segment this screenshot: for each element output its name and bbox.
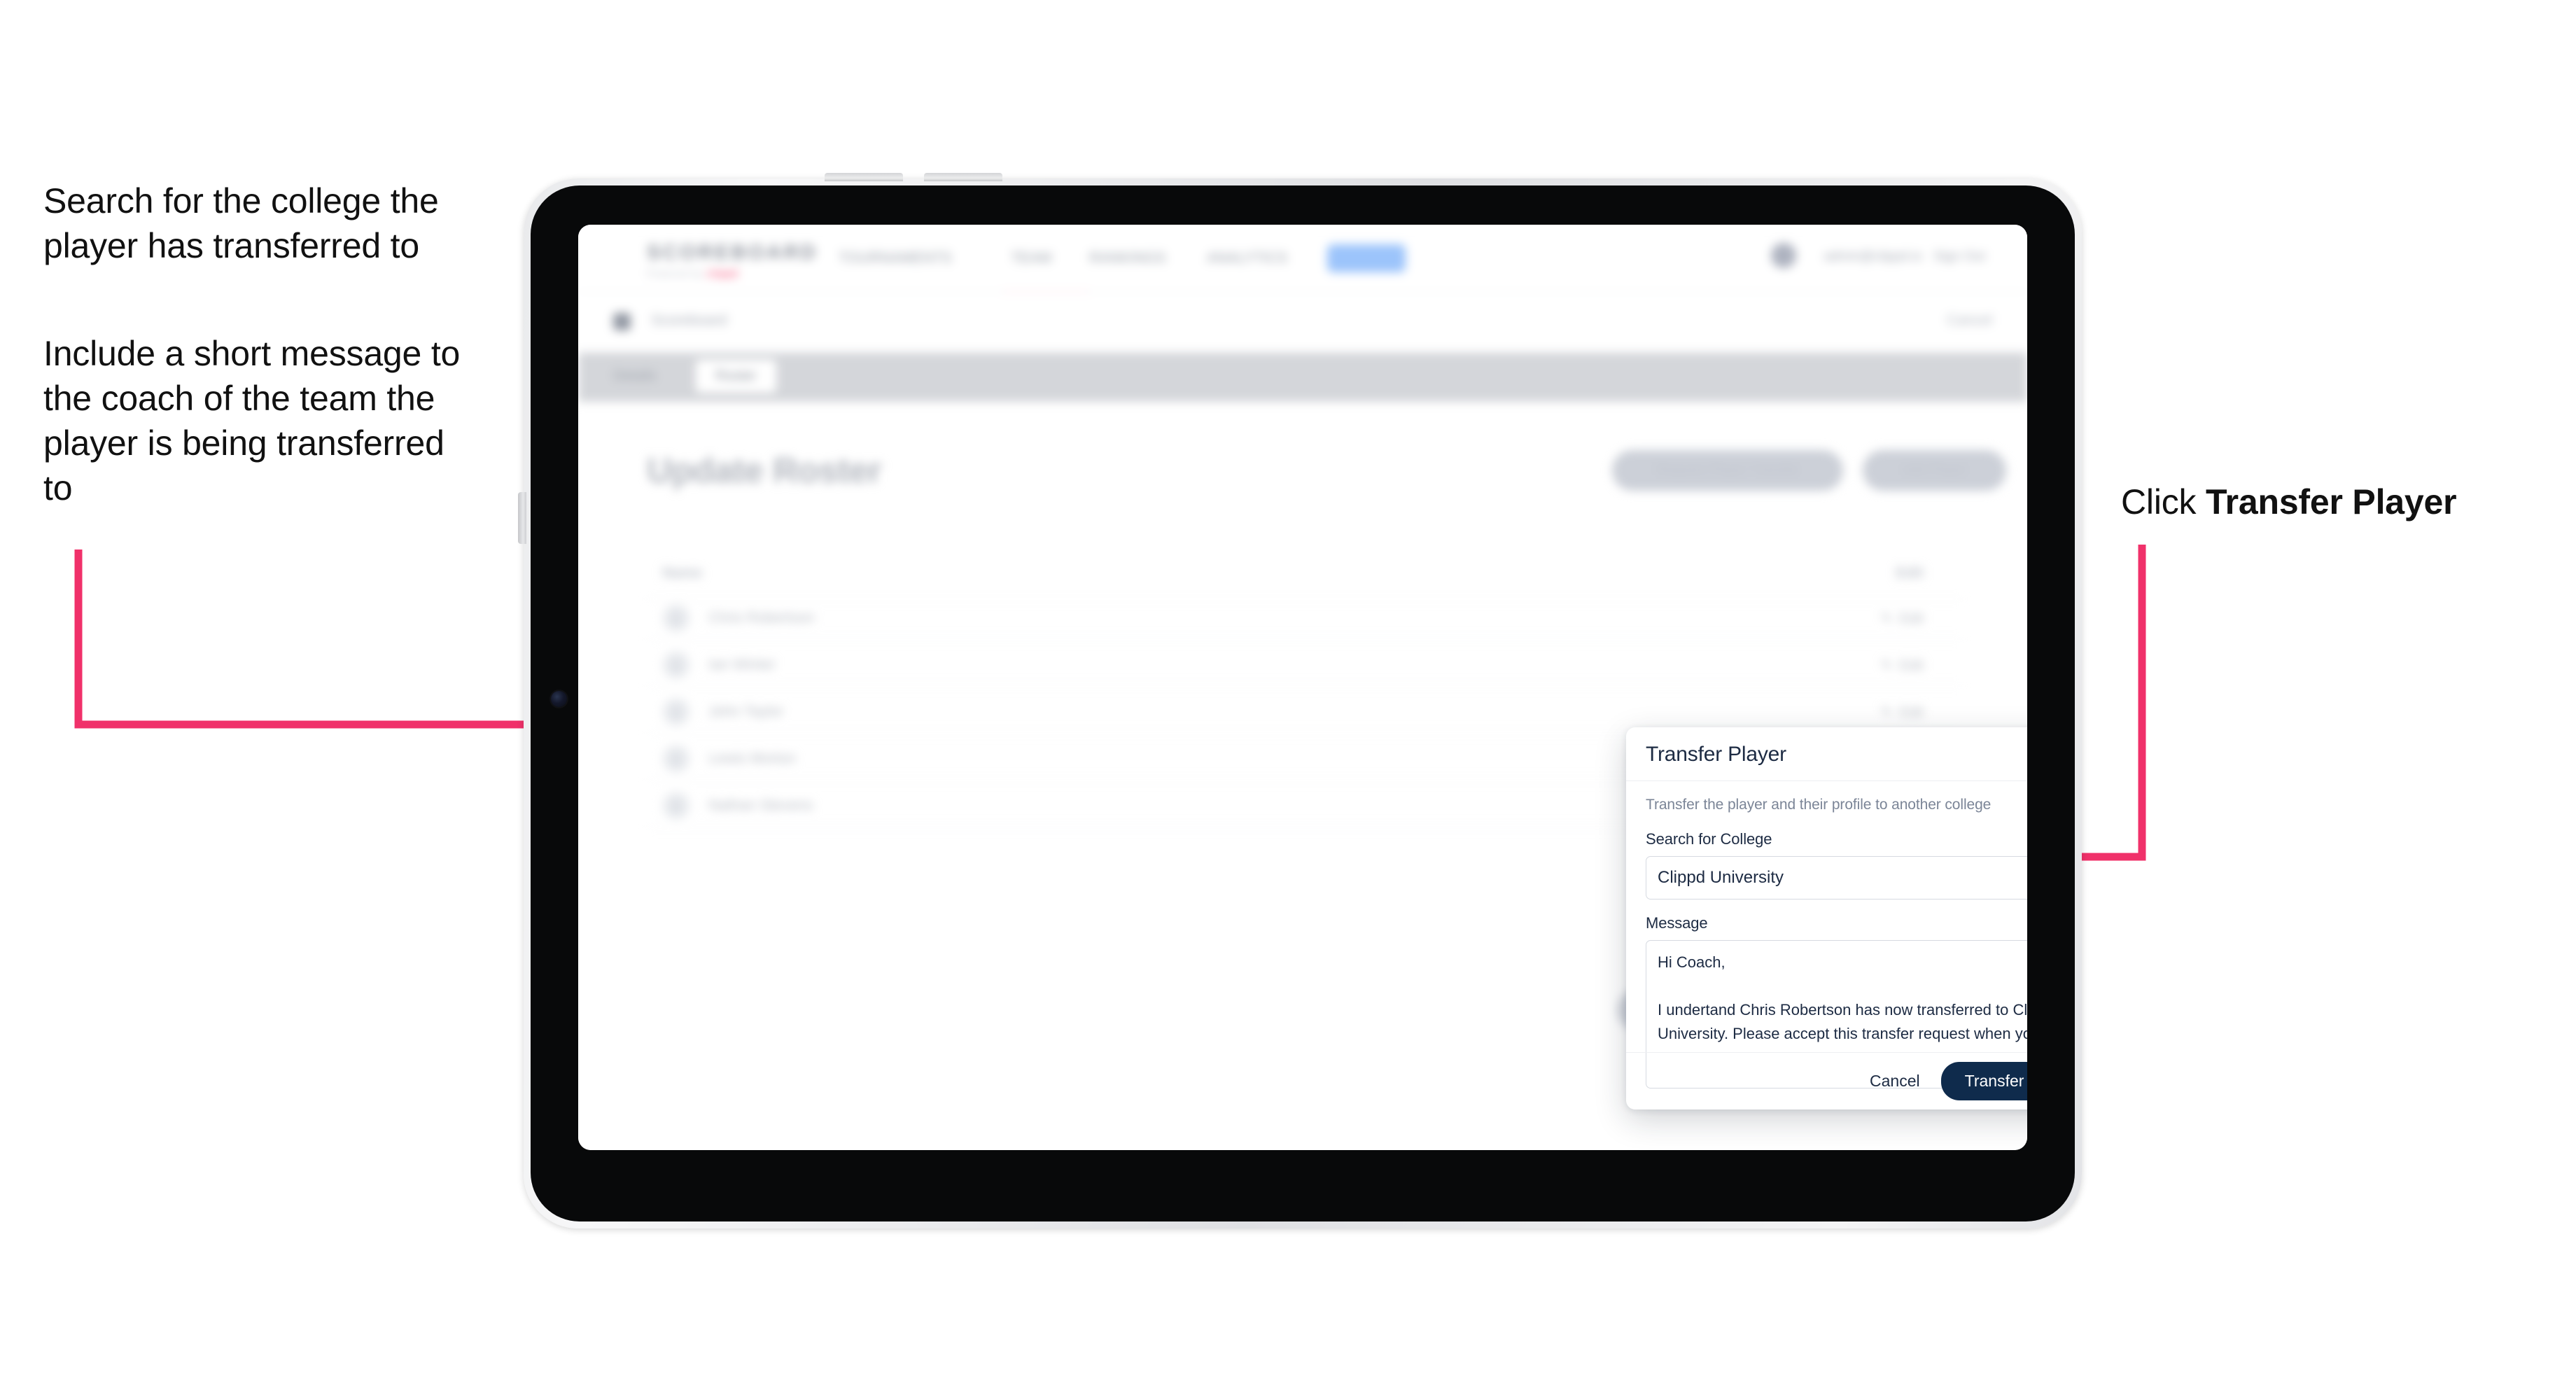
edit-player-link[interactable]: ✎ Edit	[1881, 657, 1924, 674]
brand-logo[interactable]: SCOREBOARD	[647, 241, 818, 265]
edit-label: Edit	[1899, 658, 1924, 673]
avatar	[662, 745, 690, 773]
modal-title: Transfer Player	[1646, 743, 1786, 766]
table-row[interactable]: Ian Winter ✎ Edit	[647, 645, 1963, 686]
volume-down-button[interactable]	[924, 173, 1002, 181]
roster-player-name: Chris Robertson	[708, 610, 815, 626]
cancel-button[interactable]: Cancel	[1858, 1065, 1931, 1098]
avatar	[662, 698, 690, 726]
search-college-input[interactable]	[1646, 856, 2027, 899]
search-college-label: Search for College	[1646, 830, 1772, 848]
front-camera-icon	[551, 691, 567, 707]
message-label: Message	[1646, 914, 1708, 932]
modal-body: Transfer the player and their profile to…	[1626, 781, 2027, 1088]
tab-roster[interactable]: Roster	[696, 360, 776, 393]
modal-footer: Cancel Transfer Player	[1626, 1052, 2027, 1110]
brand-tagline-accent: clippd	[706, 268, 738, 279]
roster-column-name: Name	[662, 565, 703, 581]
avatar	[662, 604, 690, 632]
tablet-screen: SCOREBOARD Powered by clippd TOURNAMENTS…	[578, 225, 2027, 1150]
brand-tagline: Powered by clippd	[647, 268, 738, 279]
nav-item-rankings[interactable]: RANKINGS	[1089, 250, 1166, 267]
edit-player-link[interactable]: ✎ Edit	[1881, 704, 1924, 721]
breadcrumb-app-icon	[613, 313, 631, 330]
volume-up-button[interactable]	[825, 173, 903, 181]
transfer-player-modal: Transfer Player Transfer the player and …	[1626, 727, 2027, 1110]
roster-player-name: Nathan Stevens	[708, 797, 813, 813]
annotation-note-search-college: Search for the college the player has tr…	[43, 181, 439, 265]
modal-subtitle: Transfer the player and their profile to…	[1646, 797, 1991, 813]
roster-column-edit: Edit	[1896, 565, 1924, 581]
annotation-note-include-message: Include a short message to the coach of …	[43, 334, 461, 507]
roster-player-name: Lewis Morton	[708, 750, 796, 766]
tab-details[interactable]: Details	[594, 360, 676, 393]
avatar[interactable]	[1771, 243, 1796, 268]
edit-player-link[interactable]: ✎ Edit	[1881, 610, 1924, 627]
pencil-icon: ✎	[1880, 658, 1893, 673]
nav-item-team[interactable]: TEAM	[1011, 250, 1051, 267]
pencil-icon: ✎	[1880, 705, 1893, 720]
roster-player-name: Ian Winter	[708, 657, 776, 673]
pencil-icon: ✎	[1880, 611, 1893, 626]
edit-label: Edit	[1899, 611, 1924, 626]
avatar	[662, 792, 690, 820]
breadcrumb-current[interactable]: Scoreboard	[651, 312, 727, 329]
breadcrumb: Scoreboard Cancel	[578, 292, 2027, 353]
power-button[interactable]	[518, 492, 526, 544]
account-email: admin@clippd.io	[1823, 249, 1922, 264]
roster-player-name: John Taylor	[708, 704, 784, 720]
transfer-player-submit-button[interactable]: Transfer Player	[1940, 1062, 2027, 1100]
breadcrumb-cancel-button[interactable]: Cancel	[1947, 312, 1992, 329]
annotation-click-prefix: Click	[2121, 482, 2206, 522]
modal-header: Transfer Player	[1626, 727, 2027, 781]
nav-item-analytics[interactable]: ANALYTICS	[1207, 250, 1287, 267]
brand-tagline-text: Powered by	[647, 268, 707, 279]
app-header: SCOREBOARD Powered by clippd TOURNAMENTS…	[578, 225, 2027, 295]
roster-list-header: Name Edit	[647, 554, 1963, 599]
add-player-button[interactable]: Add Player	[1863, 450, 2006, 491]
nav-item-tournaments[interactable]: TOURNAMENTS	[839, 250, 952, 267]
page-title: Update Roster	[647, 451, 882, 490]
tablet-device-frame: SCOREBOARD Powered by clippd TOURNAMENTS…	[518, 173, 2082, 1228]
application-background: SCOREBOARD Powered by clippd TOURNAMENTS…	[578, 225, 2027, 1150]
tab-strip: Details Roster	[578, 353, 2027, 402]
avatar	[662, 651, 690, 679]
edit-label: Edit	[1899, 705, 1924, 720]
sign-out-button[interactable]: Sign Out	[1933, 249, 1985, 265]
nav-item-admin[interactable]: ADMIN	[1327, 244, 1406, 272]
annotation-click-target: Transfer Player	[2206, 482, 2457, 522]
annotation-note-click-transfer: Click Transfer Player	[2121, 479, 2555, 524]
table-row[interactable]: Chris Robertson ✎ Edit	[647, 598, 1963, 639]
request-player-transfer-button[interactable]: Request Player Transfer	[1612, 450, 1843, 491]
